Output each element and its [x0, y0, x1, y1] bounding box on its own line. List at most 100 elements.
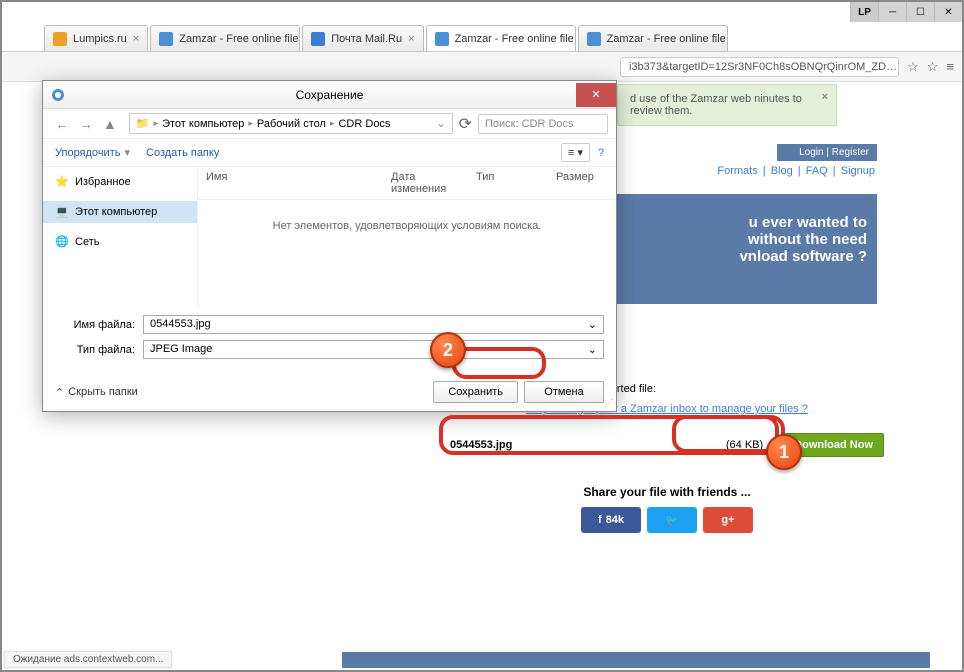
- annotation-badge-1: 1: [766, 434, 802, 470]
- banner-line: u ever wanted to: [627, 214, 867, 231]
- file-size: (64 KB): [726, 439, 763, 451]
- tab-label: Zamzar - Free online file: [455, 33, 574, 45]
- dialog-titlebar: Сохранение ✕: [43, 81, 616, 109]
- favicon-icon: [53, 32, 67, 46]
- back-button[interactable]: ←: [51, 114, 73, 134]
- breadcrumb-item[interactable]: CDR Docs: [338, 118, 390, 130]
- dialog-fields: Имя файла: 0544553.jpg ⌄ Тип файла: JPEG …: [43, 307, 616, 373]
- window-controls: LP ─ ☐ ✕: [850, 2, 962, 22]
- dialog-title: Сохранение: [296, 88, 364, 102]
- promo-banner: u ever wanted to without the need vnload…: [617, 194, 877, 304]
- annotation-badge-2: 2: [430, 332, 466, 368]
- close-window-button[interactable]: ✕: [934, 2, 962, 22]
- browser-tab-strip: Lumpics.ru× Zamzar - Free online file× П…: [2, 22, 962, 52]
- sub-nav: Formats | Blog | FAQ | Signup: [617, 161, 877, 177]
- close-dialog-button[interactable]: ✕: [576, 83, 616, 107]
- sidebar-favorites[interactable]: ⭐Избранное: [43, 171, 197, 193]
- filename-value: 0544553.jpg: [150, 318, 211, 331]
- save-file-dialog: Сохранение ✕ ← → ▲ 📁 ▸ Этот компьютер ▸ …: [42, 80, 617, 412]
- browser-tab[interactable]: Zamzar - Free online file×: [578, 25, 728, 51]
- file-list-header: Имя Дата изменения Тип Размер: [198, 167, 616, 200]
- file-list: Имя Дата изменения Тип Размер Нет элемен…: [198, 167, 616, 307]
- view-options-button[interactable]: ≡ ▾: [561, 143, 590, 162]
- dialog-path-bar: ← → ▲ 📁 ▸ Этот компьютер ▸ Рабочий стол …: [43, 109, 616, 139]
- filetype-value: JPEG Image: [150, 343, 212, 356]
- url-field[interactable]: i3b373&targetID=12Sr3NF0Ch8sOBNQrQinrOM_…: [620, 57, 899, 77]
- new-folder-button[interactable]: Создать папку: [146, 147, 219, 159]
- dialog-sidebar: ⭐Избранное 💻Этот компьютер 🌐Сеть: [43, 167, 198, 307]
- file-name: 0544553.jpg: [450, 439, 726, 451]
- help-button[interactable]: ?: [598, 147, 604, 159]
- close-tab-icon[interactable]: ×: [133, 33, 139, 45]
- up-button[interactable]: ▲: [99, 114, 121, 134]
- favicon-icon: [587, 32, 601, 46]
- favicon-icon: [159, 32, 173, 46]
- notice-banner: d use of the Zamzar web ninutes to revie…: [617, 84, 837, 126]
- filename-label: Имя файла:: [55, 319, 135, 331]
- sidebar-label: Этот компьютер: [75, 206, 157, 218]
- chevron-up-icon: ⌃: [55, 386, 64, 399]
- nav-link[interactable]: FAQ: [806, 165, 828, 177]
- share-googleplus-button[interactable]: g+: [703, 507, 753, 533]
- login-link[interactable]: Login: [799, 147, 823, 158]
- col-size[interactable]: Размер: [548, 167, 608, 199]
- browser-tab-active[interactable]: Zamzar - Free online file×: [426, 25, 576, 51]
- col-date[interactable]: Дата изменения: [383, 167, 468, 199]
- cancel-button[interactable]: Отмена: [524, 381, 604, 403]
- filetype-label: Тип файла:: [55, 344, 135, 356]
- organize-menu[interactable]: Упорядочить: [55, 147, 120, 159]
- hide-folders-button[interactable]: ⌃Скрыть папки: [55, 386, 138, 399]
- bookmark-icon[interactable]: ☆: [927, 59, 939, 75]
- col-type[interactable]: Тип: [468, 167, 548, 199]
- filetype-select[interactable]: JPEG Image ⌄: [143, 340, 604, 359]
- register-link[interactable]: Register: [832, 147, 869, 158]
- tab-label: Lumpics.ru: [73, 33, 127, 45]
- translate-icon[interactable]: ☆: [907, 59, 919, 75]
- refresh-button[interactable]: ⟳: [459, 114, 472, 134]
- tab-label: Zamzar - Free online file: [607, 33, 726, 45]
- search-input[interactable]: Поиск: CDR Docs: [478, 114, 608, 134]
- browser-tab[interactable]: Zamzar - Free online file×: [150, 25, 300, 51]
- banner-line: without the need: [627, 231, 867, 248]
- fb-count: 84k: [606, 514, 624, 526]
- file-row: 0544553.jpg (64 KB) Download Now: [442, 423, 892, 467]
- banner-line: vnload software ?: [627, 248, 867, 265]
- browser-tab[interactable]: Почта Mail.Ru ×: [302, 25, 423, 51]
- breadcrumb-item[interactable]: Этот компьютер: [162, 118, 244, 130]
- col-name[interactable]: Имя: [198, 167, 383, 199]
- filename-input[interactable]: 0544553.jpg ⌄: [143, 315, 604, 334]
- share-section: Share your file with friends ... f84k 🐦 …: [442, 485, 892, 533]
- share-facebook-button[interactable]: f84k: [581, 507, 641, 533]
- favicon-icon: [435, 32, 449, 46]
- login-area: Login | Register Formats | Blog | FAQ | …: [617, 144, 877, 177]
- sidebar-network[interactable]: 🌐Сеть: [43, 231, 197, 253]
- dialog-footer: ⌃Скрыть папки Сохранить Отмена: [43, 373, 616, 411]
- nav-link[interactable]: Blog: [771, 165, 793, 177]
- share-twitter-button[interactable]: 🐦: [647, 507, 697, 533]
- star-icon: ⭐: [55, 175, 69, 189]
- favicon-icon: [311, 32, 325, 46]
- tab-label: Почта Mail.Ru: [331, 33, 402, 45]
- resize-grip[interactable]: ⋰: [604, 398, 614, 409]
- address-bar: i3b373&targetID=12Sr3NF0Ch8sOBNQrQinrOM_…: [2, 52, 962, 82]
- status-bar: Ожидание ads.contextweb.com...: [4, 651, 172, 668]
- forward-button[interactable]: →: [75, 114, 97, 134]
- menu-icon[interactable]: ≡: [946, 59, 954, 75]
- dialog-toolbar: Упорядочить▾ Создать папку ≡ ▾ ?: [43, 139, 616, 167]
- chevron-down-icon[interactable]: ⌄: [588, 318, 597, 331]
- close-icon[interactable]: ×: [822, 91, 828, 103]
- chevron-down-icon[interactable]: ⌄: [588, 343, 597, 356]
- breadcrumb[interactable]: 📁 ▸ Этот компьютер ▸ Рабочий стол ▸ CDR …: [129, 113, 453, 134]
- page-footer: [342, 652, 930, 668]
- breadcrumb-item[interactable]: Рабочий стол: [257, 118, 326, 130]
- dialog-body: ⭐Избранное 💻Этот компьютер 🌐Сеть Имя Дат…: [43, 167, 616, 307]
- save-button[interactable]: Сохранить: [433, 381, 518, 403]
- minimize-button[interactable]: ─: [878, 2, 906, 22]
- browser-tab[interactable]: Lumpics.ru ×: [44, 25, 148, 51]
- network-icon: 🌐: [55, 235, 69, 249]
- sidebar-computer[interactable]: 💻Этот компьютер: [43, 201, 197, 223]
- nav-link[interactable]: Formats: [717, 165, 757, 177]
- close-tab-icon[interactable]: ×: [408, 33, 414, 45]
- maximize-button[interactable]: ☐: [906, 2, 934, 22]
- nav-link[interactable]: Signup: [841, 165, 875, 177]
